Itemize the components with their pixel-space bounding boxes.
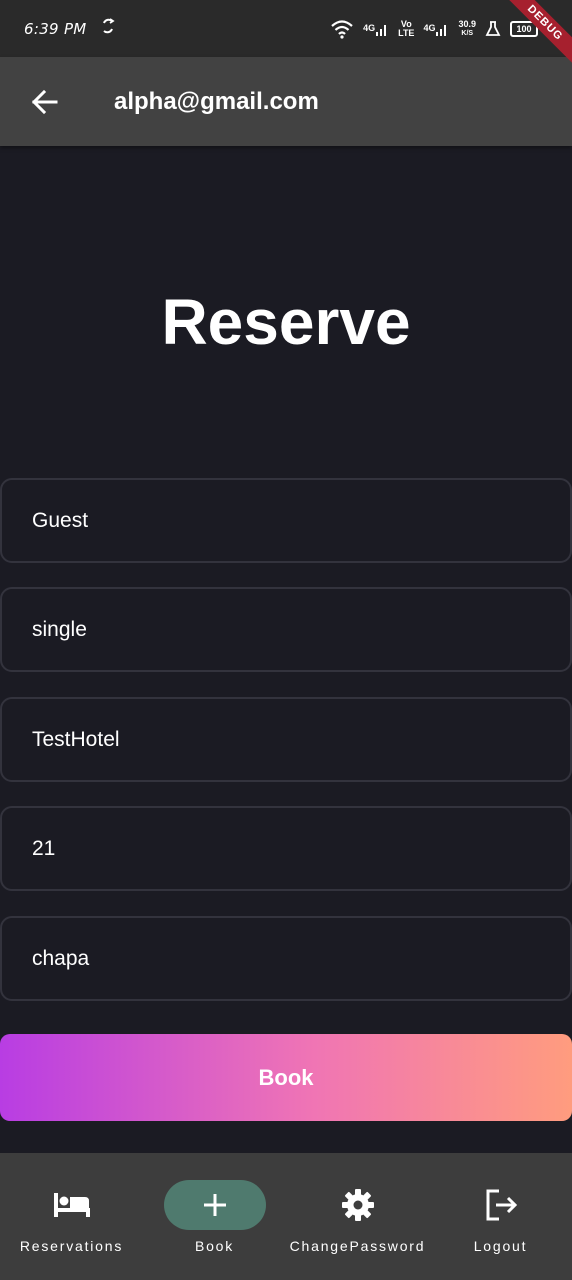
nav-label-book: Book	[194, 1238, 235, 1254]
gear-icon	[341, 1189, 374, 1221]
volte-indicator: Vo LTE	[398, 18, 415, 38]
guest-field-value: Guest	[32, 508, 89, 532]
number-field[interactable]: 21	[0, 806, 572, 891]
logout-icon	[486, 1189, 517, 1221]
hotel-field[interactable]: TestHotel	[0, 697, 572, 782]
nav-label-logout: Logout	[473, 1238, 528, 1254]
nav-item-change-password[interactable]: ChangePassword	[288, 1153, 428, 1254]
guest-field[interactable]: Guest	[0, 478, 572, 563]
signal-4g-1: 4G	[363, 22, 389, 36]
wifi-icon	[330, 19, 354, 39]
nav-label-change-password: ChangePassword	[289, 1238, 426, 1254]
hotel-field-value: TestHotel	[32, 727, 120, 751]
payment-field-value: chapa	[32, 946, 90, 970]
number-field-value: 21	[32, 836, 56, 860]
status-bar: 6:39 PM 4G Vo LTE 4G 30.9 K/S 100	[0, 0, 572, 57]
sync-icon	[101, 17, 115, 40]
signal-4g-2: 4G	[423, 22, 449, 36]
book-button[interactable]: Book	[0, 1034, 572, 1121]
app-bar: alpha@gmail.com	[0, 57, 572, 146]
app-bar-title: alpha@gmail.com	[114, 87, 319, 115]
signal-bars-icon	[436, 24, 447, 36]
page-title: Reserve	[161, 286, 411, 358]
signal-bars-icon	[376, 24, 387, 36]
net-speed: 30.9 K/S	[458, 18, 476, 37]
arrow-back-icon	[31, 89, 58, 114]
plus-icon	[203, 1194, 226, 1216]
nav-item-reservations[interactable]: Reservations	[2, 1153, 142, 1254]
nav-label-reservations: Reservations	[19, 1238, 124, 1254]
nav-item-book[interactable]: Book	[145, 1153, 285, 1254]
bottom-nav: Reservations Book ChangePassword Logout	[0, 1153, 572, 1280]
status-time: 6:39 PM	[24, 19, 87, 38]
payment-field[interactable]: chapa	[0, 916, 572, 1001]
room-type-field-value: single	[32, 617, 87, 641]
nav-active-indicator	[163, 1180, 266, 1230]
nav-item-logout[interactable]: Logout	[431, 1153, 571, 1254]
book-button-label: Book	[258, 1064, 314, 1090]
bed-icon	[53, 1193, 90, 1217]
room-type-field[interactable]: single	[0, 587, 572, 672]
flask-icon	[485, 20, 501, 37]
back-button[interactable]	[0, 57, 88, 146]
